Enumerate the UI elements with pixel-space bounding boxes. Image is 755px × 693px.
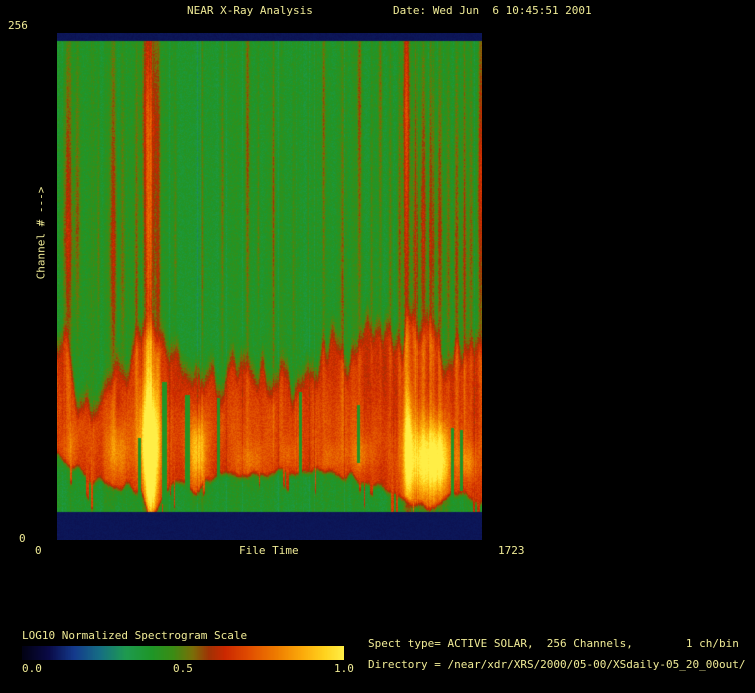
y-axis-min-label: 0 — [19, 532, 26, 545]
page-title: NEAR X-Ray Analysis — [187, 4, 313, 17]
spectrogram-plot — [57, 33, 482, 540]
x-axis-min-label: 0 — [35, 544, 42, 557]
colorbar-tick-mid: 0.5 — [173, 662, 193, 675]
colorbar-tick-min: 0.0 — [22, 662, 42, 675]
y-axis-title: Channel # ---> — [34, 186, 48, 280]
y-axis-max-label: 256 — [8, 19, 28, 32]
spect-type-info: Spect type= ACTIVE SOLAR, 256 Channels, … — [368, 637, 739, 650]
colorbar-title: LOG10 Normalized Spectrogram Scale — [22, 629, 248, 642]
date-label: Date: Wed Jun 6 10:45:51 2001 — [393, 4, 592, 17]
x-axis-title: File Time — [239, 544, 299, 557]
colorbar — [22, 646, 344, 660]
x-axis-max-label: 1723 — [498, 544, 525, 557]
directory-info: Directory = /near/xdr/XRS/2000/05-00/XSd… — [368, 658, 746, 671]
near-xray-analysis-window: { "window": { "background": "#000000", "… — [0, 0, 755, 693]
colorbar-tick-max: 1.0 — [334, 662, 354, 675]
